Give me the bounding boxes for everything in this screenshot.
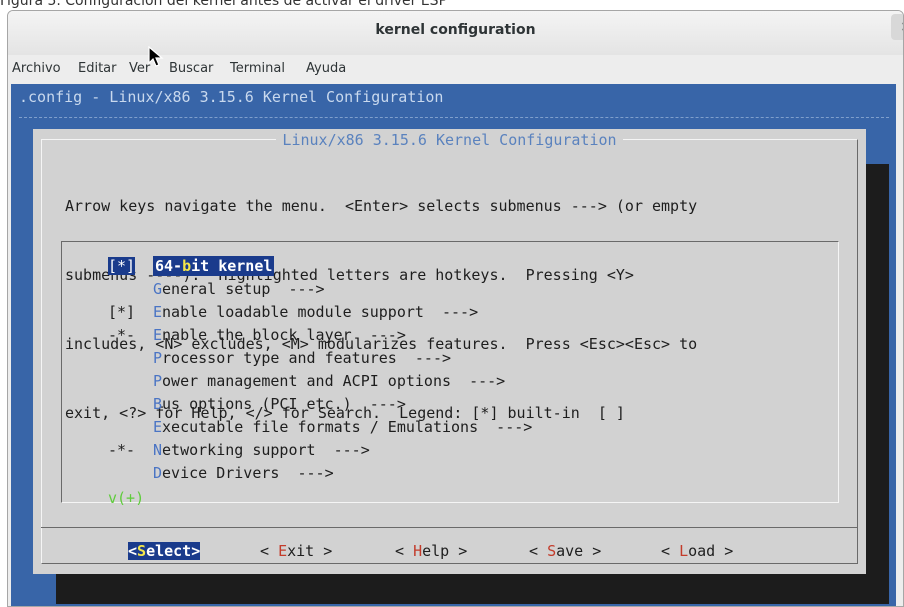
menubar: Archivo Editar Ver Buscar Terminal Ayuda	[8, 57, 903, 81]
window-title: kernel configuration	[375, 22, 536, 38]
menu-item-label: Enable loadable module support --->	[153, 303, 478, 321]
menu-buscar[interactable]: Buscar	[169, 61, 213, 76]
button-hotkey: S	[137, 542, 147, 560]
help-button[interactable]: < Help >	[395, 542, 467, 560]
menu-item-label: 64-bit kernel	[153, 256, 275, 276]
config-title: .config - Linux/x86 3.15.6 Kernel Config…	[19, 88, 444, 106]
button-text: <	[661, 542, 680, 560]
menuconfig-dialog: Linux/x86 3.15.6 Kernel Configuration Ar…	[33, 129, 866, 574]
button-text: >	[449, 542, 468, 560]
button-text: <	[529, 542, 548, 560]
button-hotkey: S	[547, 542, 557, 560]
menu-item-label: Processor type and features --->	[153, 349, 451, 367]
terminal-area[interactable]: .config - Linux/x86 3.15.6 Kernel Config…	[11, 84, 896, 606]
button-hotkey: L	[679, 542, 689, 560]
menu-item-hotkey: b	[182, 257, 192, 275]
menu-item-text: us options (PCI etc.) --->	[162, 395, 406, 413]
menu-item-hotkey: D	[153, 464, 163, 482]
button-text: >	[583, 542, 602, 560]
menu-item[interactable]: [*] Enable loadable module support --->	[108, 301, 478, 323]
button-hotkey: H	[413, 542, 423, 560]
button-row: <Select> < Exit > < Help > < Save > < Load >	[33, 542, 866, 566]
top-caption-text: Figura 5. Configuración del kernel antes…	[0, 0, 448, 9]
dialog-title: Linux/x86 3.15.6 Kernel Configuration	[33, 131, 866, 149]
menu-item-text: ower management and ACPI options --->	[162, 372, 506, 390]
menu-item[interactable]: -*- Networking support --->	[108, 439, 370, 461]
menu-item[interactable]: Power management and ACPI options --->	[108, 370, 505, 392]
menu-item[interactable]: Executable file formats / Emulations ---…	[108, 416, 532, 438]
close-icon: ×	[900, 19, 903, 35]
header-divider	[19, 117, 889, 118]
button-text: <	[260, 542, 279, 560]
menu-item-label: Power management and ACPI options --->	[153, 372, 505, 390]
button-text: <	[395, 542, 414, 560]
button-text: elect	[146, 542, 192, 560]
menu-item-text: it kernel	[191, 257, 273, 275]
menu-item-prefix: [*]	[108, 255, 153, 277]
menu-item-hotkey: P	[153, 349, 163, 367]
menu-item-label: Device Drivers --->	[153, 464, 334, 482]
button-text: >	[314, 542, 333, 560]
menu-item-text: etworking support --->	[162, 441, 370, 459]
menu-item-prefix: -*-	[108, 326, 136, 344]
button-divider	[41, 527, 858, 528]
save-button[interactable]: < Save >	[529, 542, 601, 560]
button-text: >	[191, 542, 201, 560]
menu-item-prefix-text: [*]	[108, 257, 136, 275]
close-button[interactable]: ×	[891, 14, 903, 40]
menu-item-text: rocessor type and features --->	[162, 349, 452, 367]
top-caption-fragment: Figura 5. Configuración del kernel antes…	[0, 0, 904, 10]
button-text: elp	[422, 542, 450, 560]
menu-item-hotkey: E	[153, 418, 163, 436]
menu-item-hotkey: B	[153, 395, 163, 413]
menu-item[interactable]: Bus options (PCI etc.) --->	[108, 393, 406, 415]
menu-item-hotkey: E	[153, 303, 163, 321]
button-hotkey: E	[278, 542, 288, 560]
menu-item[interactable]: -*- Enable the block layer --->	[108, 324, 406, 346]
window-titlebar[interactable]: kernel configuration ×	[8, 11, 903, 55]
button-text: <	[128, 542, 138, 560]
help-line: Arrow keys navigate the menu. <Enter> se…	[65, 197, 698, 215]
menu-item[interactable]: Processor type and features --->	[108, 347, 451, 369]
menu-item-label: Bus options (PCI etc.) --->	[153, 395, 406, 413]
menu-terminal[interactable]: Terminal	[230, 61, 285, 76]
menu-archivo[interactable]: Archivo	[12, 61, 61, 76]
menu-editar[interactable]: Editar	[78, 61, 117, 76]
menu-item[interactable]: General setup --->	[108, 278, 325, 300]
menu-item-text: nable loadable module support --->	[162, 303, 479, 321]
menu-item-label: Enable the block layer --->	[153, 326, 406, 344]
more-indicator: v(+)	[108, 489, 145, 507]
menu-item-hotkey: E	[153, 326, 163, 344]
menu-ayuda[interactable]: Ayuda	[306, 61, 346, 76]
menu-item-hotkey: G	[153, 280, 163, 298]
button-text: >	[715, 542, 734, 560]
exit-button[interactable]: < Exit >	[260, 542, 332, 560]
menu-item-text: evice Drivers --->	[162, 464, 334, 482]
menu-item-label: Executable file formats / Emulations ---…	[153, 418, 532, 436]
dialog-title-text: Linux/x86 3.15.6 Kernel Configuration	[276, 131, 623, 149]
menu-item[interactable]: Device Drivers --->	[108, 462, 334, 484]
menu-item-prefix: [*]	[108, 303, 136, 321]
menu-item-prefix: -*-	[108, 441, 136, 459]
menu-item-hotkey: P	[153, 372, 163, 390]
menu-item-label: General setup --->	[153, 280, 325, 298]
menu-item-text: xecutable file formats / Emulations --->	[162, 418, 533, 436]
button-text: xit	[287, 542, 315, 560]
menu-item-text: nable the block layer --->	[162, 326, 406, 344]
select-button[interactable]: <Select>	[128, 542, 201, 560]
menu-item-text: 64-	[155, 257, 183, 275]
menu-item-text: eneral setup --->	[162, 280, 325, 298]
menu-item[interactable]: [*] 64-bit kernel	[108, 255, 275, 277]
button-text: oad	[688, 542, 716, 560]
button-text: ave	[556, 542, 584, 560]
menu-item-label: Networking support --->	[153, 441, 370, 459]
terminal-window: kernel configuration × Archivo Editar Ve…	[7, 10, 904, 607]
mouse-pointer-icon	[148, 46, 164, 67]
load-button[interactable]: < Load >	[661, 542, 733, 560]
menu-item-hotkey: N	[153, 441, 163, 459]
